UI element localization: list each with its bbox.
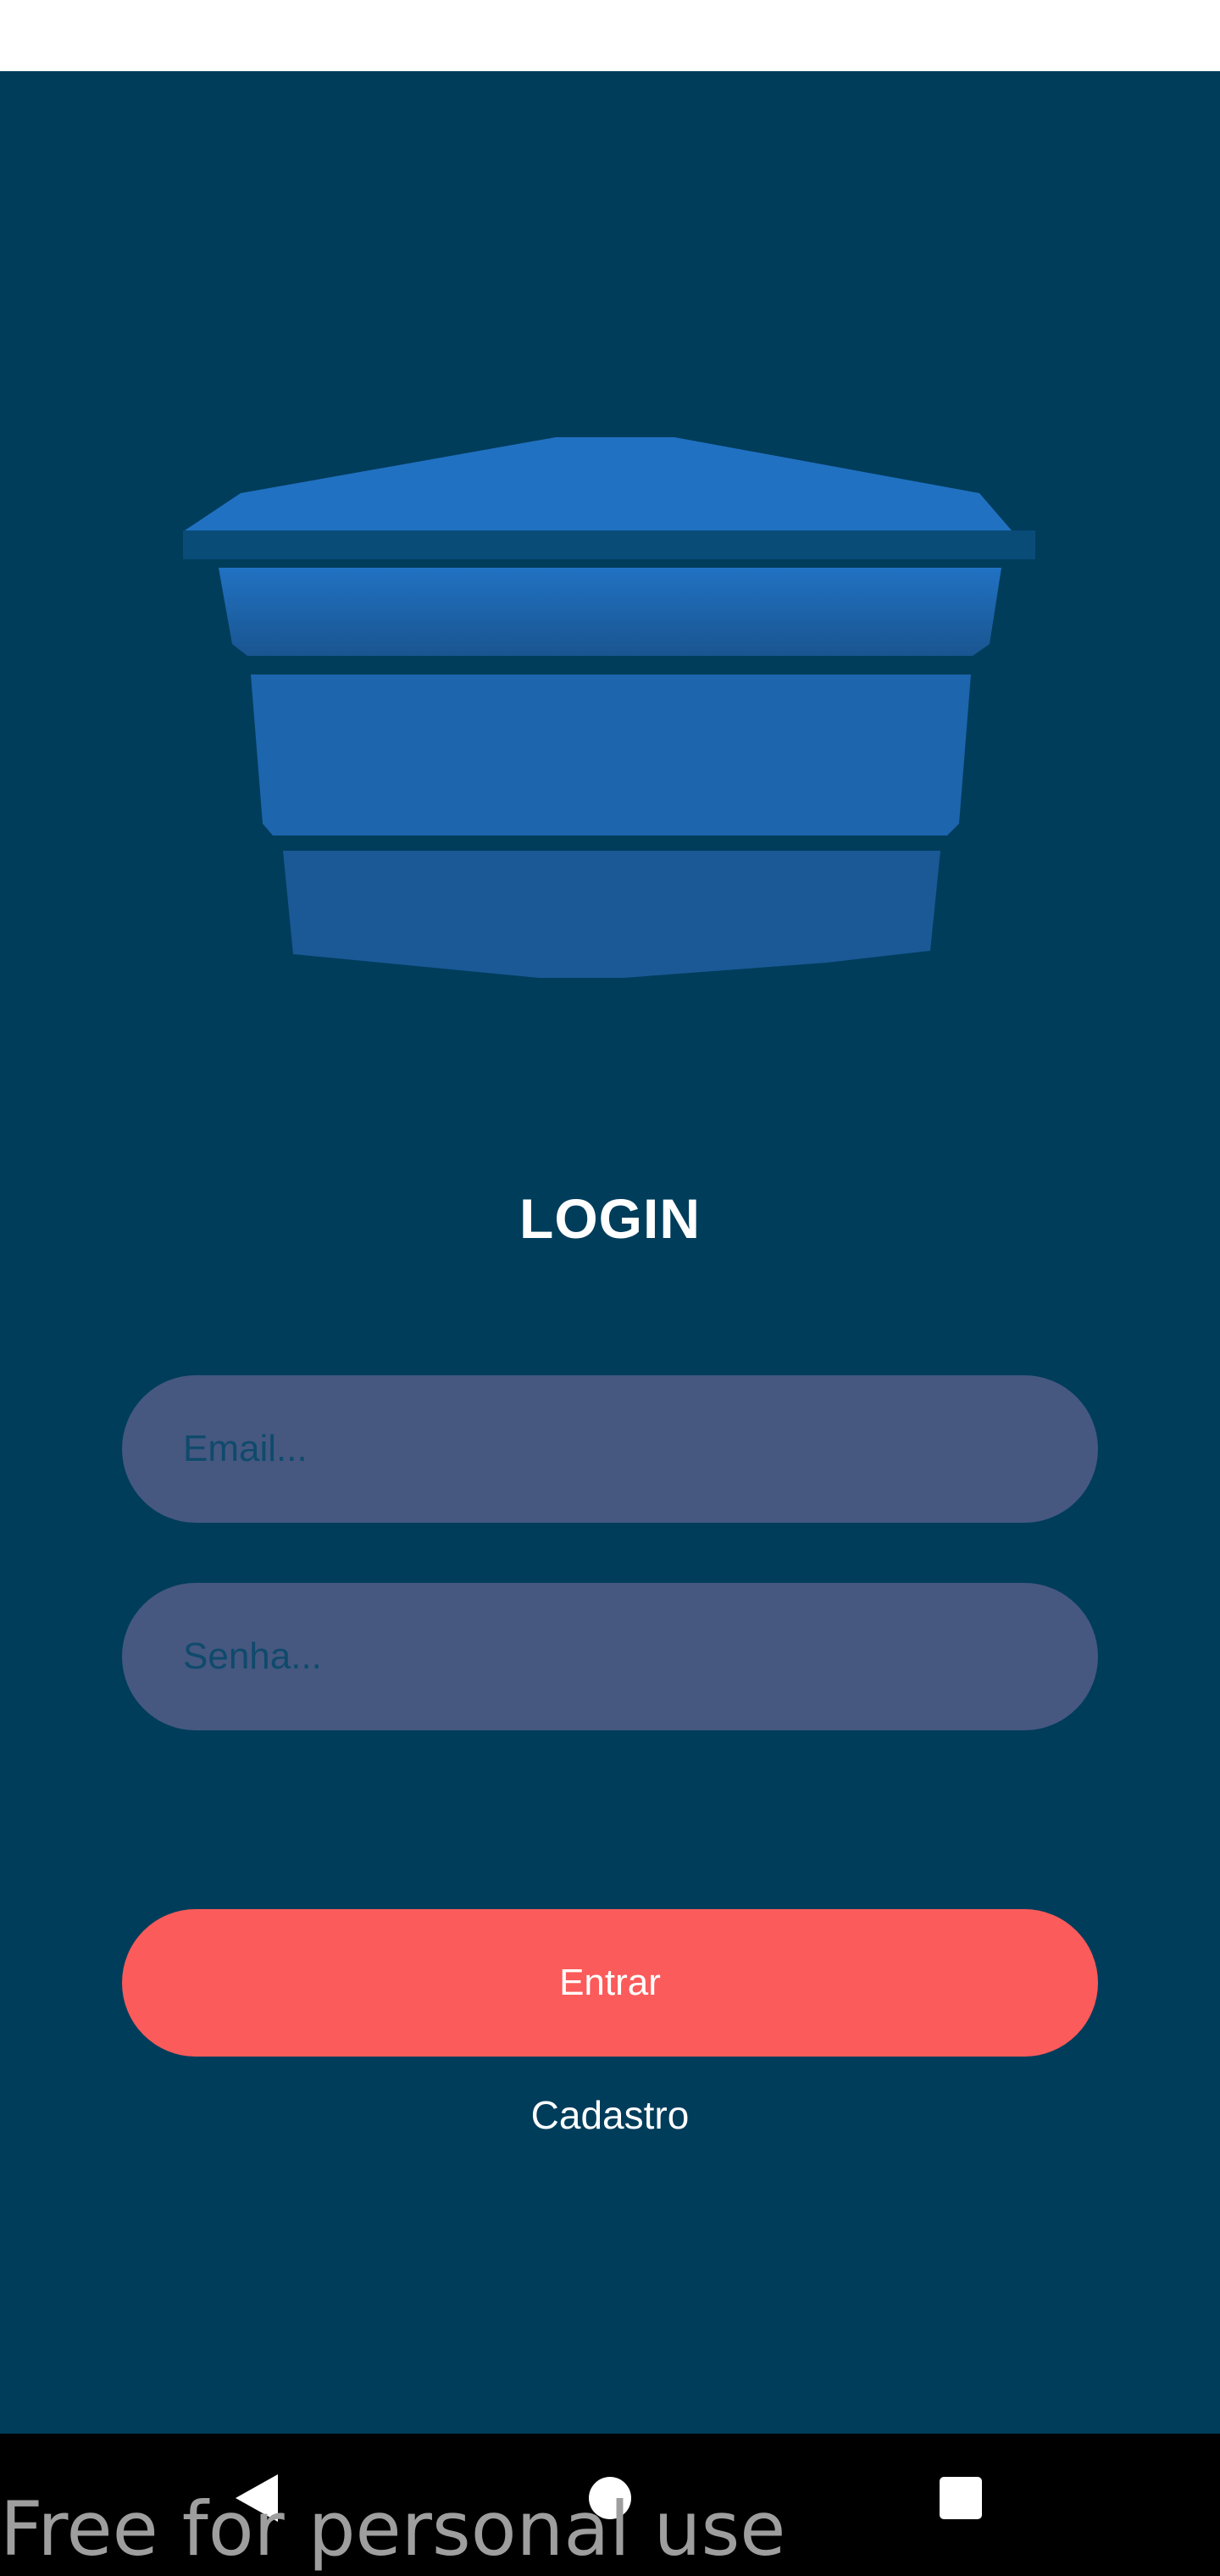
page-title: LOGIN	[519, 1187, 701, 1250]
triangle-back-icon[interactable]	[222, 2464, 290, 2532]
circle-home-icon[interactable]	[576, 2464, 644, 2532]
password-field[interactable]	[122, 1583, 1098, 1730]
square-recents-icon[interactable]	[927, 2464, 995, 2532]
status-bar	[0, 0, 1220, 71]
login-button[interactable]: Entrar	[122, 1909, 1098, 2057]
navigation-bar	[0, 2434, 1220, 2576]
register-link[interactable]: Cadastro	[0, 2090, 1220, 2140]
email-input[interactable]	[181, 1427, 1039, 1471]
email-field[interactable]	[122, 1375, 1098, 1523]
password-input[interactable]	[181, 1635, 1039, 1679]
water-tank-icon	[166, 356, 1054, 1059]
